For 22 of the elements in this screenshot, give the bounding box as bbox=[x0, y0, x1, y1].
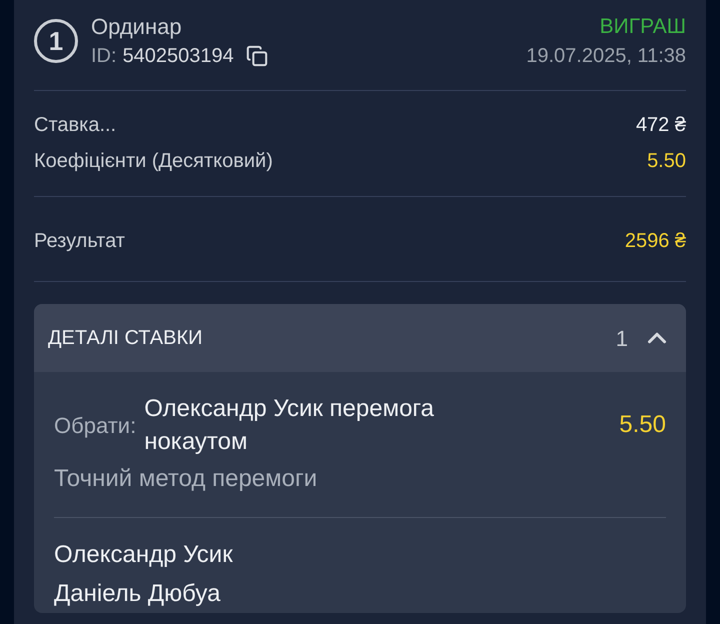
market-name: Точний метод перемоги bbox=[54, 464, 318, 494]
bet-details-header[interactable]: ДЕТАЛІ СТАВКИ 1 bbox=[34, 304, 686, 372]
bet-details-count: 1 bbox=[616, 324, 628, 352]
pick-name: Олександр Усик перемога нокаутом bbox=[144, 394, 436, 457]
bet-datetime: 19.07.2025, 11:38 bbox=[526, 44, 686, 69]
bet-number-badge: 1 bbox=[34, 19, 78, 63]
summary-value: 5.50 bbox=[647, 149, 686, 174]
bet-type: Ординар bbox=[91, 13, 183, 41]
bet-id: 5402503194 bbox=[122, 44, 234, 69]
pick-label: Обрати: bbox=[54, 412, 136, 440]
pick-odds: 5.50 bbox=[619, 410, 666, 440]
participant-name: Олександр Усик bbox=[54, 540, 234, 570]
summary-value: 472 ₴ bbox=[636, 113, 686, 138]
copy-icon[interactable] bbox=[246, 45, 268, 67]
bet-details-title: ДЕТАЛІ СТАВКИ bbox=[48, 326, 202, 351]
bet-id-label: ID: bbox=[91, 44, 117, 69]
result-value: 2596 ₴ bbox=[624, 229, 686, 254]
summary-label: Ставка... bbox=[34, 113, 116, 138]
participant-name: Даніель Дюбуа bbox=[54, 579, 222, 609]
summary-label: Коефіцієнти (Десятковий) bbox=[34, 149, 273, 174]
bet-status: ВИГРАШ bbox=[600, 14, 686, 40]
result-label: Результат bbox=[34, 229, 125, 254]
